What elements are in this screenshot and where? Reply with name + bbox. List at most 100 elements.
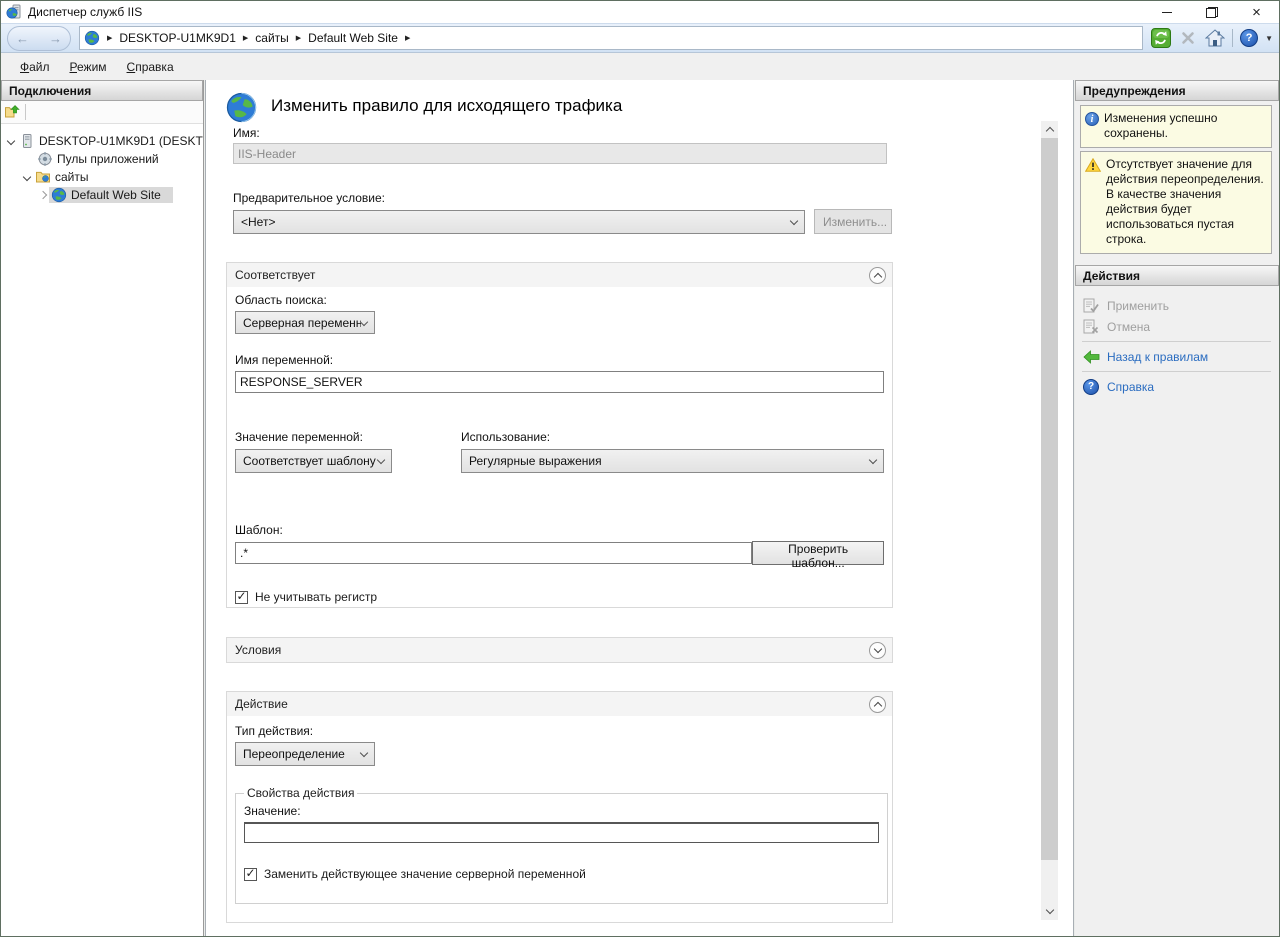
back-to-rules-link[interactable]: Назад к правилам bbox=[1075, 346, 1279, 367]
tree-item-label: Пулы приложений bbox=[57, 152, 159, 166]
breadcrumb-chevron-icon[interactable]: ▶ bbox=[243, 34, 248, 42]
cancel-action: Отмена bbox=[1075, 316, 1279, 337]
breadcrumb-item-server[interactable]: DESKTOP-U1MK9D1 bbox=[119, 31, 235, 45]
variable-name-input[interactable] bbox=[235, 371, 884, 393]
chevron-down-icon bbox=[869, 456, 877, 464]
refresh-icon[interactable] bbox=[1151, 28, 1171, 48]
match-section-header[interactable]: Соответствует bbox=[227, 263, 892, 287]
tree-item-server[interactable]: DESKTOP-U1MK9D1 (DESKTOP bbox=[1, 132, 203, 150]
warning-icon bbox=[1085, 158, 1101, 247]
test-pattern-button[interactable]: Проверить шаблон... bbox=[752, 541, 884, 565]
app-icon bbox=[6, 4, 22, 20]
action-value-input[interactable] bbox=[244, 822, 879, 843]
chevron-collapsed-icon[interactable] bbox=[37, 192, 49, 198]
group-legend: Свойства действия bbox=[244, 786, 357, 800]
vertical-scrollbar[interactable] bbox=[1041, 121, 1058, 920]
collapse-section-icon[interactable] bbox=[869, 267, 886, 284]
scope-select[interactable]: Серверная переменн bbox=[235, 311, 375, 334]
actions-list: Применить Отмена Назад к правилам bbox=[1075, 286, 1279, 397]
conditions-section: Условия bbox=[226, 637, 893, 663]
scroll-down-button[interactable] bbox=[1041, 903, 1058, 920]
breadcrumb-item-sites[interactable]: сайты bbox=[255, 31, 289, 45]
action-properties-group: Свойства действия Значение: Заменить дей… bbox=[235, 786, 888, 904]
globe-icon bbox=[84, 30, 100, 46]
breadcrumb-item-default-web-site[interactable]: Default Web Site bbox=[308, 31, 398, 45]
globe-icon bbox=[51, 187, 67, 203]
name-label: Имя: bbox=[233, 126, 1073, 140]
name-input bbox=[233, 143, 887, 164]
breadcrumb-chevron-icon[interactable]: ▶ bbox=[107, 34, 112, 42]
tree-item-app-pools[interactable]: Пулы приложений bbox=[1, 150, 203, 168]
variable-value-select[interactable]: Соответствует шаблону bbox=[235, 449, 392, 473]
menu-help[interactable]: Справка bbox=[117, 56, 184, 78]
menu-file[interactable]: Файл bbox=[10, 56, 60, 78]
tree-item-sites[interactable]: сайты bbox=[1, 168, 203, 186]
page-title: Изменить правило для исходящего трафика bbox=[271, 96, 622, 116]
connections-toolbar bbox=[1, 101, 203, 124]
title-bar: Диспетчер служб IIS × bbox=[1, 1, 1279, 23]
conditions-section-header[interactable]: Условия bbox=[227, 638, 892, 662]
tree-item-label: сайты bbox=[55, 170, 89, 184]
selected-tree-item: Default Web Site bbox=[49, 187, 173, 203]
home-icon[interactable] bbox=[1205, 28, 1225, 48]
menu-view[interactable]: Режим bbox=[60, 56, 117, 78]
section-title: Условия bbox=[235, 643, 281, 657]
help-icon[interactable]: ? bbox=[1240, 29, 1258, 47]
info-message: Изменения успешно сохранены. bbox=[1104, 111, 1268, 141]
address-bar-actions: ? ▼ bbox=[1151, 28, 1273, 48]
connections-panel: Подключения DESKTOP-U1MK9D1 (DESKTOP bbox=[1, 80, 204, 936]
forward-button[interactable]: → bbox=[49, 32, 62, 45]
tree-item-label: DESKTOP-U1MK9D1 (DESKTOP bbox=[39, 134, 203, 148]
application-pools-icon bbox=[37, 151, 53, 167]
chevron-down-icon bbox=[360, 749, 368, 757]
info-icon: i bbox=[1085, 112, 1099, 126]
chevron-expanded-icon[interactable] bbox=[21, 174, 33, 180]
precondition-select[interactable]: <Нет> bbox=[233, 210, 805, 234]
stop-icon bbox=[1178, 28, 1198, 48]
action-section: Действие Тип действия: Переопределение С… bbox=[226, 691, 893, 923]
scrollbar-thumb[interactable] bbox=[1041, 138, 1058, 860]
create-connection-icon[interactable] bbox=[4, 104, 20, 120]
using-select[interactable]: Регулярные выражения bbox=[461, 449, 884, 473]
warning-message-box: Отсутствует значение для действия переоп… bbox=[1080, 151, 1272, 254]
back-arrow-icon bbox=[1082, 350, 1100, 364]
section-title: Действие bbox=[235, 697, 288, 711]
expand-section-icon[interactable] bbox=[869, 642, 886, 659]
scrollbar-track[interactable] bbox=[1041, 138, 1058, 903]
navigation-buttons: ← → bbox=[7, 26, 71, 51]
ignore-case-checkbox[interactable] bbox=[235, 591, 248, 604]
server-icon bbox=[19, 133, 35, 149]
actions-divider bbox=[1082, 371, 1271, 372]
precondition-value: <Нет> bbox=[241, 215, 275, 229]
match-section: Соответствует Область поиска: Серверная … bbox=[226, 262, 893, 608]
address-bar: ← → ▶ DESKTOP-U1MK9D1 ▶ сайты ▶ Default … bbox=[1, 23, 1279, 53]
variable-name-label: Имя переменной: bbox=[235, 353, 884, 367]
minimize-button[interactable] bbox=[1144, 1, 1189, 23]
collapse-section-icon[interactable] bbox=[869, 696, 886, 713]
globe-icon bbox=[225, 91, 258, 124]
chevron-expanded-icon[interactable] bbox=[5, 138, 17, 144]
chevron-down-icon bbox=[790, 216, 798, 224]
chevron-down-icon bbox=[377, 456, 385, 464]
pattern-input[interactable] bbox=[235, 542, 752, 564]
breadcrumb-chevron-icon[interactable]: ▶ bbox=[296, 34, 301, 42]
replace-value-checkbox[interactable] bbox=[244, 868, 257, 881]
action-section-header[interactable]: Действие bbox=[227, 692, 892, 716]
tree-item-default-web-site[interactable]: Default Web Site bbox=[1, 186, 203, 204]
content-area: Подключения DESKTOP-U1MK9D1 (DESKTOP bbox=[1, 80, 1279, 936]
menu-bar: Файл Режим Справка bbox=[1, 53, 1279, 80]
window-controls: × bbox=[1144, 1, 1279, 23]
action-type-label: Тип действия: bbox=[235, 724, 884, 738]
connections-header: Подключения bbox=[1, 80, 203, 101]
restore-button[interactable] bbox=[1189, 1, 1234, 23]
scope-value: Серверная переменн bbox=[243, 316, 361, 330]
action-type-select[interactable]: Переопределение bbox=[235, 742, 375, 766]
help-link[interactable]: ? Справка bbox=[1075, 376, 1279, 397]
close-button[interactable]: × bbox=[1234, 1, 1279, 23]
scroll-up-button[interactable] bbox=[1041, 121, 1058, 138]
back-button[interactable]: ← bbox=[16, 32, 29, 45]
breadcrumb-chevron-icon[interactable]: ▶ bbox=[405, 34, 410, 42]
apply-label: Применить bbox=[1107, 299, 1169, 313]
back-to-rules-label: Назад к правилам bbox=[1107, 350, 1208, 364]
help-dropdown-icon[interactable]: ▼ bbox=[1265, 34, 1273, 43]
